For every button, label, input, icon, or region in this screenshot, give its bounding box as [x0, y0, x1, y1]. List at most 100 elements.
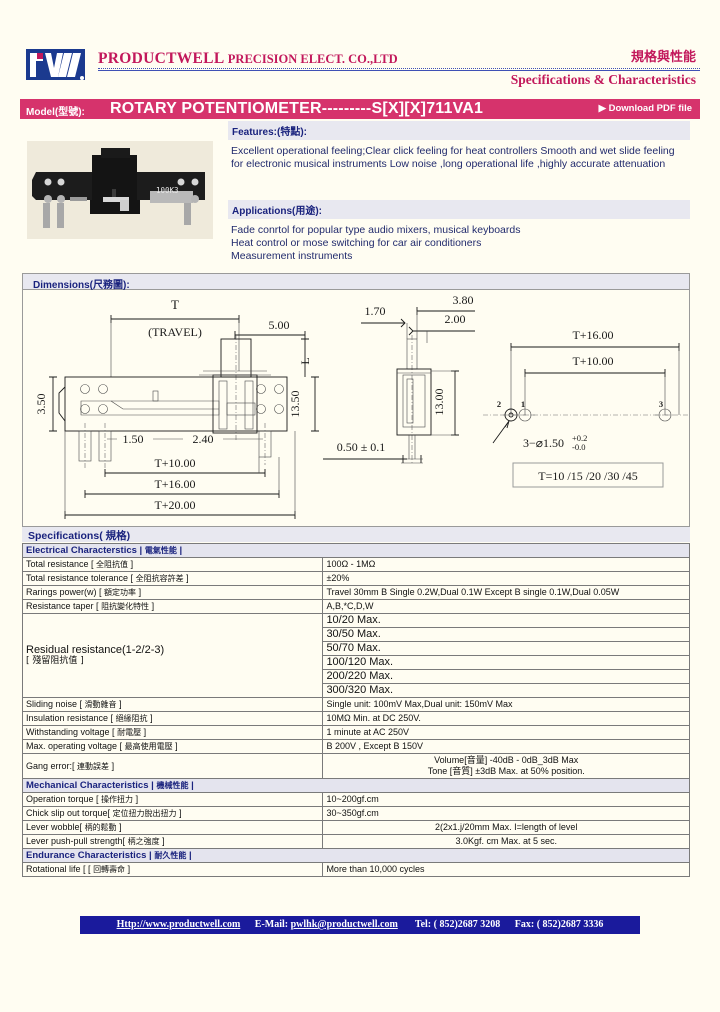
dim-label-150: 1.50: [123, 432, 144, 446]
dim-label-380: 3.80: [453, 293, 474, 307]
table-row: Gang error:[ 連動誤差 ] Volume[音量] -40dB - 0…: [21, 753, 690, 779]
applications-line-3: Measurement instruments: [231, 250, 353, 262]
company-name: PRODUCTWELL PRECISION ELECT. CO.,LTD: [98, 50, 398, 68]
group-header-electrical: Electrical Characterstics | 電氣性能 |: [22, 543, 690, 558]
applications-heading: Applications(用途):: [228, 200, 690, 219]
website-link[interactable]: Http://www.productwell.com: [117, 919, 241, 930]
dim-label-t-plus-10: T+10.00: [154, 456, 195, 470]
dim-label-170: 1.70: [365, 304, 386, 318]
group-title: Mechanical Characteristics: [26, 780, 149, 791]
row-label-resistance-tolerance: Total resistance tolerance [ 全阻抗容許差 ]: [21, 571, 324, 586]
dim-label-t-plus-20: T+20.00: [154, 498, 195, 512]
row-value-withstanding-voltage: 1 minute at AC 250V: [322, 725, 690, 740]
features-text: Excellent operational feeling;Clear clic…: [231, 145, 675, 170]
download-pdf-label: Download PDF file: [608, 103, 692, 114]
download-pdf-link[interactable]: ▶ Download PDF file: [599, 103, 692, 114]
gang-error-tone: Tone [音質] ±3dB Max. at 50% position.: [427, 766, 585, 776]
dim-label-pin-2: 2: [497, 399, 501, 409]
company-name-main: PRODUCTWELL: [98, 50, 224, 67]
dimensions-panel: Dimensions(尺務圖): T (TRAVEL) 5.00 3.50 L …: [22, 273, 690, 527]
row-value-sliding-noise: Single unit: 100mV Max,Dual unit: 150mV …: [322, 697, 690, 712]
table-row: Chick slip out torque[ 定位扭力脫出扭力 ] 30~350…: [21, 806, 690, 821]
product-photo: 100K3: [27, 141, 213, 239]
dim-label-200: 2.00: [445, 312, 466, 326]
dim-label-050: 0.50 ± 0.1: [337, 440, 386, 454]
specifications-section-title: Specifications( 規格): [22, 527, 690, 542]
dim-label-T: T: [171, 297, 179, 312]
dimension-drawing: T (TRAVEL) 5.00 3.50 L 13.50 1.50 2.40 T…: [34, 293, 689, 519]
row-value-max-operating-voltage: B 200V , Except B 150V: [322, 739, 690, 754]
row-value-click-slip-out-torque: 30~350gf.cm: [322, 806, 690, 821]
row-label-withstanding-voltage: Withstanding voltage [ 耐電壓 ]: [21, 725, 324, 740]
row-value-resistance-tolerance: ±20%: [322, 571, 690, 586]
table-row: Resistance taper [ 阻抗變化特性 ] A,B,*C,D,W: [21, 599, 690, 614]
company-name-sub: PRECISION ELECT. CO.,LTD: [227, 52, 398, 66]
row-value-total-resistance: 100Ω - 1MΩ: [322, 557, 690, 572]
row-value-residual-6: 300/320 Max.: [322, 683, 690, 698]
row-value-lever-push-pull-strength: 3.0Kgf. cm Max. at 5 sec.: [322, 834, 690, 849]
row-value-lever-wobble: 2(2x1.j/20mm Max. I=length of level: [322, 820, 690, 835]
table-row: Lever push-pull strength[ 柄之強度 ] 3.0Kgf.…: [21, 834, 690, 849]
table-row: Endurance Characteristics | 耐久性能 |: [22, 848, 690, 863]
dim-label-t-plus-16-right: T+16.00: [572, 328, 613, 342]
row-value-operation-torque: 10~200gf.cm: [322, 792, 690, 807]
dim-label-1350: 13.50: [288, 391, 302, 418]
photo-resistance-label: 100K3: [156, 186, 179, 195]
applications-line-2: Heat control or mose switching for car a…: [231, 237, 482, 249]
group-header-mechanical: Mechanical Characteristics | 機械性能 |: [22, 778, 690, 793]
dim-label-travel: (TRAVEL): [148, 325, 202, 339]
row-label-total-resistance: Total resistance [ 全阻抗值 ]: [21, 557, 324, 572]
table-row: Sliding noise [ 滑動雜音 ] Single unit: 100m…: [21, 697, 690, 712]
row-value-rotational-life: More than 10,000 cycles: [322, 862, 690, 877]
row-label-ratings-power: Rarings power(w) [ 額定功率 ]: [21, 585, 324, 600]
dim-label-hole-note: 3−⌀1.50: [523, 436, 564, 450]
chinese-title: 規格與性能: [630, 50, 696, 65]
row-label-lever-wobble: Lever wobble[ 柄的鬆動 ]: [21, 820, 324, 835]
features-heading: Features:(特點):: [228, 121, 690, 140]
telephone: Tel: ( 852)2687 3208: [414, 919, 501, 930]
dimensions-heading: Dimensions(尺務圖):: [23, 274, 689, 291]
table-row: Max. operating voltage [ 最高使用電壓 ] B 200V…: [21, 739, 690, 754]
group-title: Electrical Characterstics: [26, 545, 137, 556]
table-row: Insulation resistance [ 絕緣阻抗 ] 10MΩ Min.…: [21, 711, 690, 726]
row-value-ratings-power: Travel 30mm B Single 0.2W,Dual 0.1W Exce…: [322, 585, 690, 600]
model-value: ROTARY POTENTIOMETER---------S[X][X]711V…: [110, 100, 484, 117]
row-value-residual-5: 200/220 Max.: [322, 669, 690, 684]
row-label-insulation-resistance: Insulation resistance [ 絕緣阻抗 ]: [21, 711, 324, 726]
dim-label-240: 2.40: [193, 432, 214, 446]
datasheet-page: PRODUCTWELL PRECISION ELECT. CO.,LTD 規格與…: [0, 0, 720, 1012]
table-row: Electrical Characterstics | 電氣性能 |: [22, 543, 690, 558]
group-header-endurance: Endurance Characteristics | 耐久性能 |: [22, 848, 690, 863]
row-label-sliding-noise: Sliding noise [ 滑動雜音 ]: [21, 697, 324, 712]
row-value-residual-4: 100/120 Max.: [322, 655, 690, 670]
gang-error-volume: Volume[音量] -40dB - 0dB_3dB Max: [434, 755, 579, 765]
model-bar: Model(型號): ROTARY POTENTIOMETER---------…: [20, 99, 700, 119]
dim-label-hole-tol-dn: -0.0: [572, 442, 585, 452]
applications-line-1: Fade conrtol for popular type audio mixe…: [231, 224, 521, 236]
row-value-insulation-resistance: 10MΩ Min. at DC 250V.: [322, 711, 690, 726]
dim-label-500: 5.00: [269, 318, 290, 332]
dim-label-t-values: T=10 /15 /20 /30 /45: [538, 469, 637, 483]
row-value-gang-error: Volume[音量] -40dB - 0dB_3dB Max Tone [音質]…: [322, 753, 690, 779]
header-dotted-rule: [98, 68, 700, 69]
row-label-lever-push-pull-strength: Lever push-pull strength[ 柄之強度 ]: [21, 834, 324, 849]
email-link[interactable]: pwlhk@productwell.com: [291, 919, 398, 930]
specifications-subtitle: Specifications & Characteristics: [510, 72, 696, 87]
table-row: Rarings power(w) [ 額定功率 ] Travel 30mm B …: [21, 585, 690, 600]
productwell-logo: [26, 49, 85, 80]
row-label-resistance-taper: Resistance taper [ 阻抗變化特性 ]: [21, 599, 324, 614]
row-label-gang-error: Gang error:[ 連動誤差 ]: [21, 753, 324, 779]
row-value-resistance-taper: A,B,*C,D,W: [322, 599, 690, 614]
dim-label-t-plus-16: T+16.00: [154, 477, 195, 491]
group-title: Endurance Characteristics: [26, 850, 147, 861]
group-title-cn: 耐久性能: [154, 851, 187, 860]
table-row: Residual resistance(1-2/2-3) [ 殘留阻抗值 ] 1…: [21, 613, 690, 698]
table-row: Lever wobble[ 柄的鬆動 ] 2(2x1.j/20mm Max. I…: [21, 820, 690, 835]
dim-label-350: 3.50: [34, 394, 48, 415]
row-value-residual-1: 10/20 Max.: [322, 613, 690, 628]
row-label-rotational-life: Rotational life [ [ 回轉壽命 ]: [21, 862, 324, 877]
table-row: Rotational life [ [ 回轉壽命 ] More than 10,…: [21, 862, 690, 877]
row-value-residual-3: 50/70 Max.: [322, 641, 690, 656]
model-label: Model(型號):: [26, 107, 85, 118]
dim-label-pin-3: 3: [659, 399, 663, 409]
